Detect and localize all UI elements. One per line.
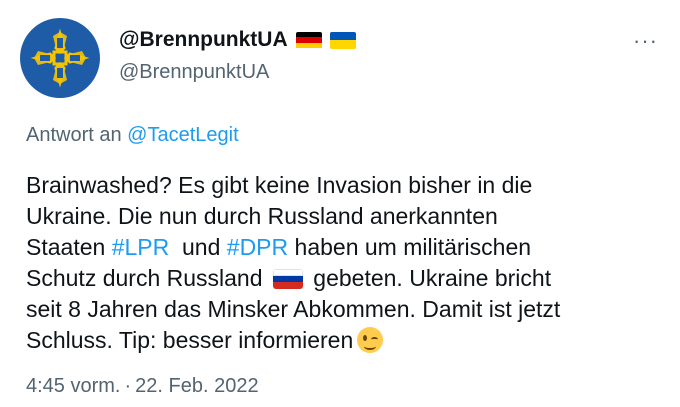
more-options-icon[interactable]: ···: [633, 30, 658, 52]
winking-face-icon: [357, 327, 384, 353]
tweet-line: Schutz durch Russland gebeten. Ukraine b…: [26, 263, 666, 294]
avatar[interactable]: [20, 18, 100, 98]
meta-separator: ·: [124, 375, 132, 397]
tweet-line: Staaten #LPR und #DPR haben um militäris…: [26, 232, 666, 263]
reply-prefix: Antwort an: [26, 124, 128, 146]
tweet-text-segment: Schutz durch Russland: [26, 265, 269, 291]
tweet-timestamp: 4:45 vorm. · 22. Feb. 2022: [26, 375, 259, 398]
flag-ukraine-icon: [329, 31, 356, 49]
tweet-line: Ukraine. Die nun durch Russland anerkann…: [26, 203, 498, 229]
tweet-date[interactable]: 22. Feb. 2022: [135, 375, 258, 397]
tweet-time[interactable]: 4:45 vorm.: [26, 375, 120, 397]
tweet-line: Brainwashed? Es gibt keine Invasion bish…: [26, 172, 533, 198]
tweet-text-segment: und: [169, 234, 227, 260]
flag-germany-icon: [295, 31, 322, 49]
reply-target-link[interactable]: @TacetLegit: [127, 124, 238, 146]
tweet-text-segment: gebeten. Ukraine bricht: [306, 265, 552, 291]
author-handle[interactable]: @BrennpunktUA: [119, 61, 269, 84]
ukrainian-cross-emblem-icon: [30, 28, 90, 88]
hashtag-dpr-link[interactable]: #DPR: [227, 234, 288, 260]
flag-russia-icon: [272, 269, 303, 289]
tweet-text-segment: Schluss. Tip: besser informieren: [26, 327, 354, 353]
tweet-line: Schluss. Tip: besser informieren: [26, 325, 666, 356]
tweet-text: Brainwashed? Es gibt keine Invasion bish…: [26, 170, 666, 356]
tweet-line: seit 8 Jahren das Minsker Abkommen. Dami…: [26, 296, 561, 322]
tweet-text-segment: Staaten: [26, 234, 112, 260]
tweet-text-segment: haben um militärischen: [288, 234, 532, 260]
display-name[interactable]: @BrennpunktUA: [119, 28, 288, 52]
author-name-row: @BrennpunktUA: [119, 28, 356, 52]
reply-context: Antwort an @TacetLegit: [26, 124, 239, 147]
hashtag-lpr-link[interactable]: #LPR: [112, 234, 170, 260]
